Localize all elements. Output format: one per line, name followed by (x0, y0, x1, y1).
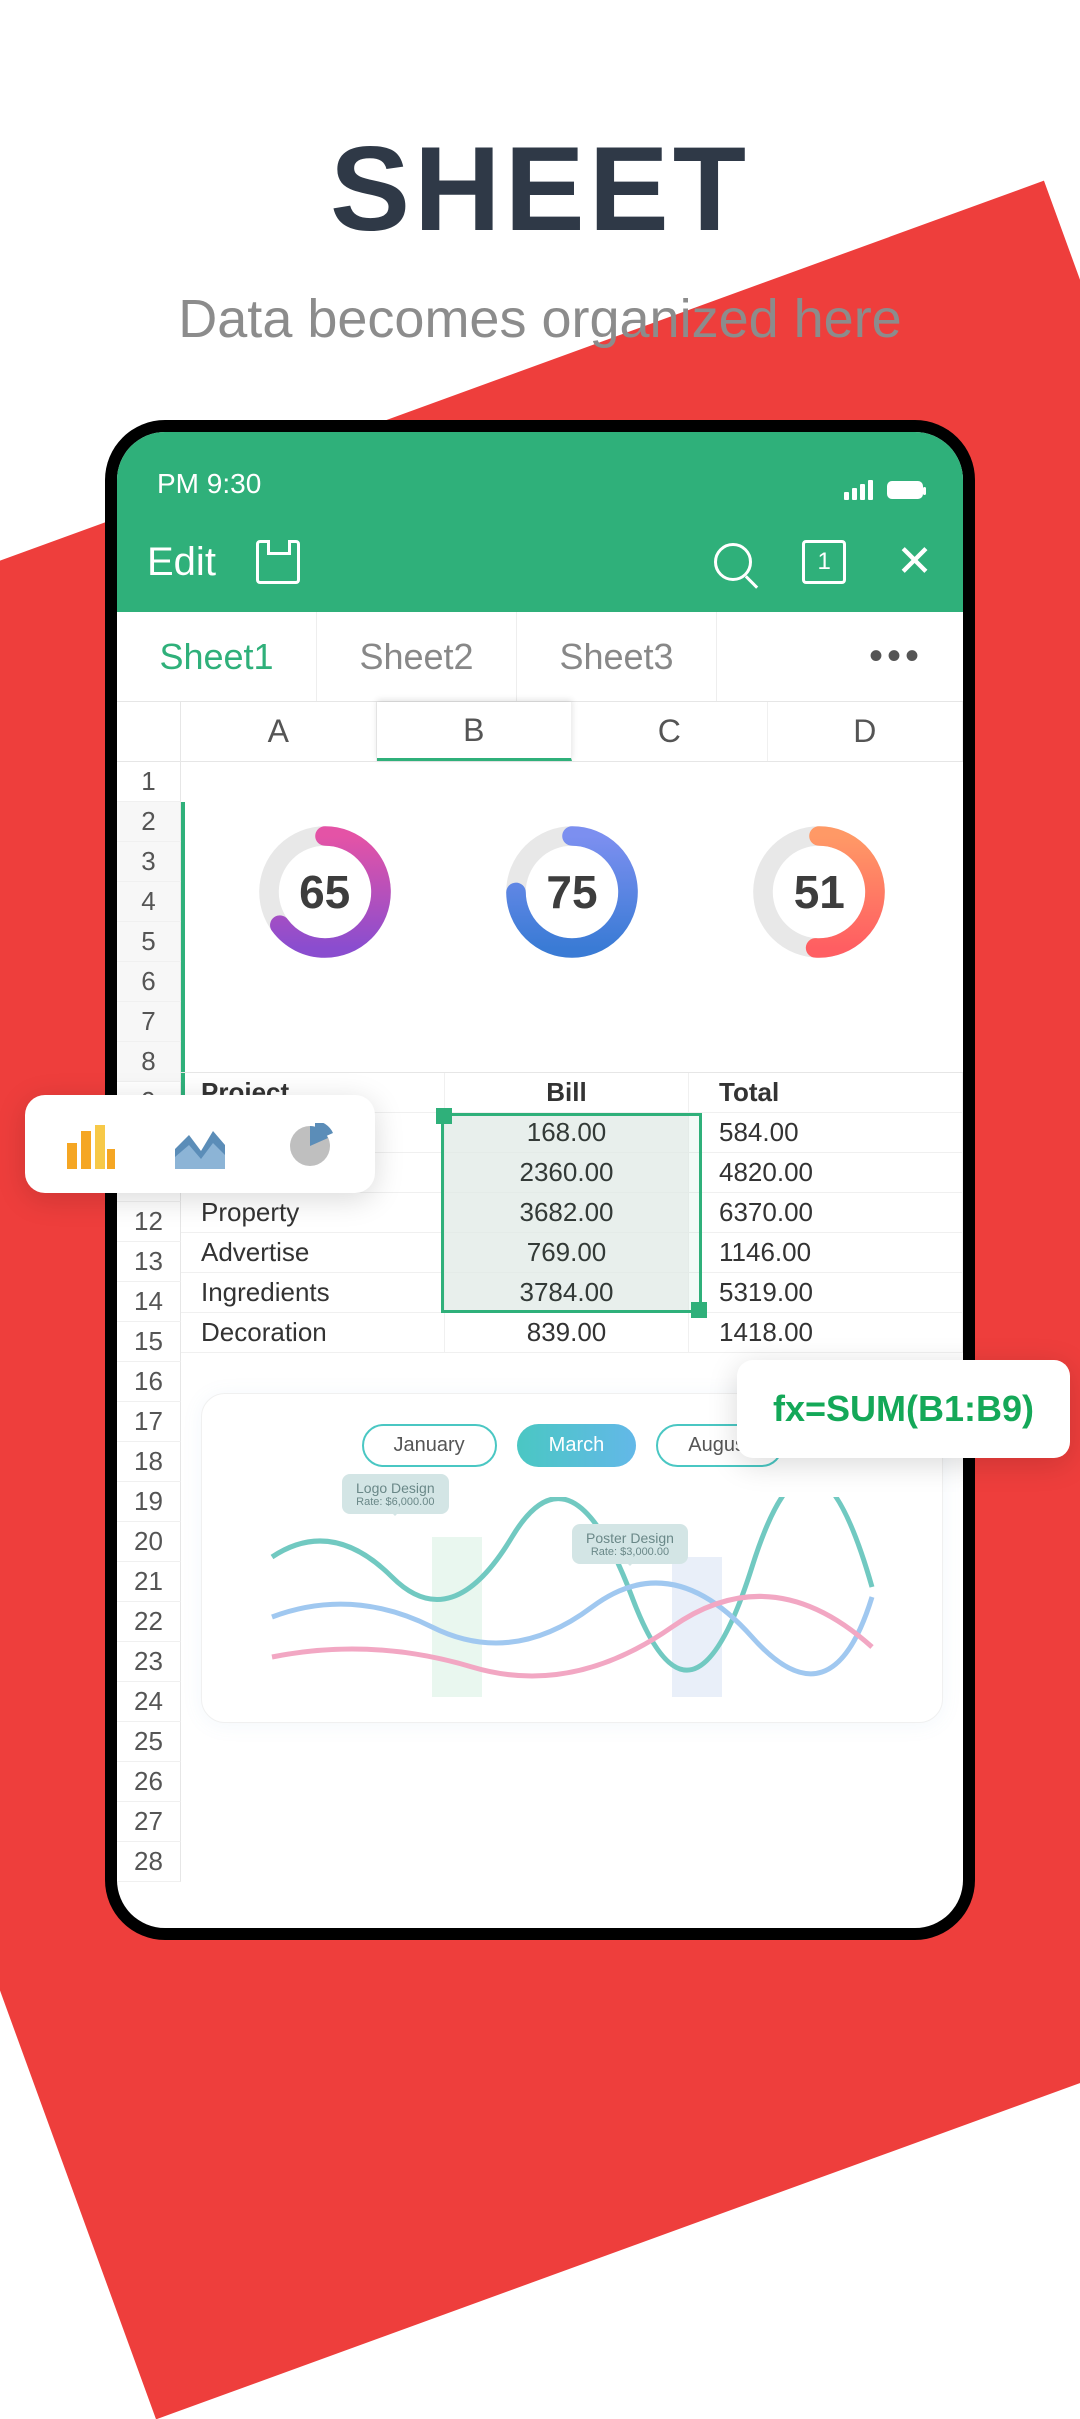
donut-value-3: 51 (749, 822, 889, 962)
row-number[interactable]: 12 (117, 1202, 181, 1242)
more-sheets-button[interactable]: ••• (869, 634, 963, 679)
td-project[interactable]: Property (181, 1193, 445, 1232)
chart-tooltip-2: Poster Design Rate: $3,000.00 (572, 1524, 688, 1564)
th-bill: Bill (445, 1073, 689, 1112)
td-project[interactable]: Decoration (181, 1313, 445, 1352)
td-project[interactable]: Advertise (181, 1233, 445, 1272)
td-bill[interactable]: 3682.00 (445, 1193, 689, 1232)
donut-value-1: 65 (255, 822, 395, 962)
col-header-b[interactable]: B (377, 702, 573, 761)
table-row[interactable]: Advertise769.001146.00 (181, 1233, 963, 1273)
chart-tooltip-1: Logo Design Rate: $6,000.00 (342, 1474, 449, 1514)
col-header-c[interactable]: C (572, 702, 768, 761)
area-chart-icon[interactable] (175, 1119, 225, 1169)
row-number[interactable]: 23 (117, 1642, 181, 1682)
donut-3: 51 (749, 822, 889, 962)
td-bill[interactable]: 168.00 (445, 1113, 689, 1152)
row-number[interactable]: 28 (117, 1842, 181, 1882)
td-total[interactable]: 1418.00 (689, 1313, 963, 1352)
column-headers: A B C D (117, 702, 963, 762)
donut-1: 65 (255, 822, 395, 962)
status-bar: PM 9:30 (117, 432, 963, 512)
pie-chart-icon[interactable] (285, 1119, 335, 1169)
hero-subtitle: Data becomes organized here (0, 288, 1080, 350)
th-total: Total (689, 1073, 963, 1112)
td-total[interactable]: 4820.00 (689, 1153, 963, 1192)
status-time: PM 9:30 (157, 468, 261, 500)
search-icon[interactable] (714, 543, 752, 581)
tab-sheet2[interactable]: Sheet2 (317, 612, 517, 701)
bar-chart-icon[interactable] (65, 1119, 115, 1169)
col-header-d[interactable]: D (768, 702, 964, 761)
row-number[interactable]: 8 (117, 1042, 181, 1082)
row-number[interactable]: 20 (117, 1522, 181, 1562)
row-number[interactable]: 18 (117, 1442, 181, 1482)
row-number[interactable]: 7 (117, 1002, 181, 1042)
row-number[interactable]: 16 (117, 1362, 181, 1402)
table-row[interactable]: Decoration839.001418.00 (181, 1313, 963, 1353)
row-number[interactable]: 4 (117, 882, 181, 922)
save-icon[interactable] (256, 540, 300, 584)
tab-sheet1[interactable]: Sheet1 (117, 612, 317, 701)
td-bill[interactable]: 2360.00 (445, 1153, 689, 1192)
row-number[interactable]: 2 (117, 802, 181, 842)
donut-2: 75 (502, 822, 642, 962)
td-total[interactable]: 5319.00 (689, 1273, 963, 1312)
td-bill[interactable]: 769.00 (445, 1233, 689, 1272)
app-toolbar: Edit 1 ✕ (117, 512, 963, 612)
month-pill-january[interactable]: January (362, 1424, 497, 1467)
line-chart (222, 1497, 922, 1697)
edit-button[interactable]: Edit (147, 540, 216, 585)
table-row[interactable]: Ingredients3784.005319.00 (181, 1273, 963, 1313)
row-number[interactable]: 27 (117, 1802, 181, 1842)
chart-type-picker (25, 1095, 375, 1193)
row-number[interactable]: 3 (117, 842, 181, 882)
td-total[interactable]: 1146.00 (689, 1233, 963, 1272)
window-count[interactable]: 1 (802, 540, 846, 584)
row-number[interactable]: 26 (117, 1762, 181, 1802)
sheet-tabs: Sheet1 Sheet2 Sheet3 ••• (117, 612, 963, 702)
row-number[interactable]: 14 (117, 1282, 181, 1322)
row-number[interactable]: 25 (117, 1722, 181, 1762)
donut-value-2: 75 (502, 822, 642, 962)
row-number[interactable]: 21 (117, 1562, 181, 1602)
month-pill-march[interactable]: March (517, 1424, 637, 1467)
row-number[interactable]: 22 (117, 1602, 181, 1642)
row-number[interactable]: 15 (117, 1322, 181, 1362)
td-project[interactable]: Ingredients (181, 1273, 445, 1312)
row-number[interactable]: 6 (117, 962, 181, 1002)
row-number[interactable]: 19 (117, 1482, 181, 1522)
row-number[interactable]: 5 (117, 922, 181, 962)
close-icon[interactable]: ✕ (896, 540, 933, 584)
col-header-a[interactable]: A (181, 702, 377, 761)
td-total[interactable]: 6370.00 (689, 1193, 963, 1232)
signal-icon (844, 480, 873, 500)
td-bill[interactable]: 3784.00 (445, 1273, 689, 1312)
table-row[interactable]: Property3682.006370.00 (181, 1193, 963, 1233)
td-bill[interactable]: 839.00 (445, 1313, 689, 1352)
row-number[interactable]: 13 (117, 1242, 181, 1282)
td-total[interactable]: 584.00 (689, 1113, 963, 1152)
hero-title: SHEET (0, 120, 1080, 258)
row-number[interactable]: 1 (117, 762, 181, 802)
donut-charts: 65 75 (181, 762, 963, 1012)
formula-tooltip: fx=SUM(B1:B9) (737, 1360, 1070, 1458)
battery-icon (887, 481, 923, 499)
row-number[interactable]: 24 (117, 1682, 181, 1722)
row-number[interactable]: 17 (117, 1402, 181, 1442)
tab-sheet3[interactable]: Sheet3 (517, 612, 717, 701)
